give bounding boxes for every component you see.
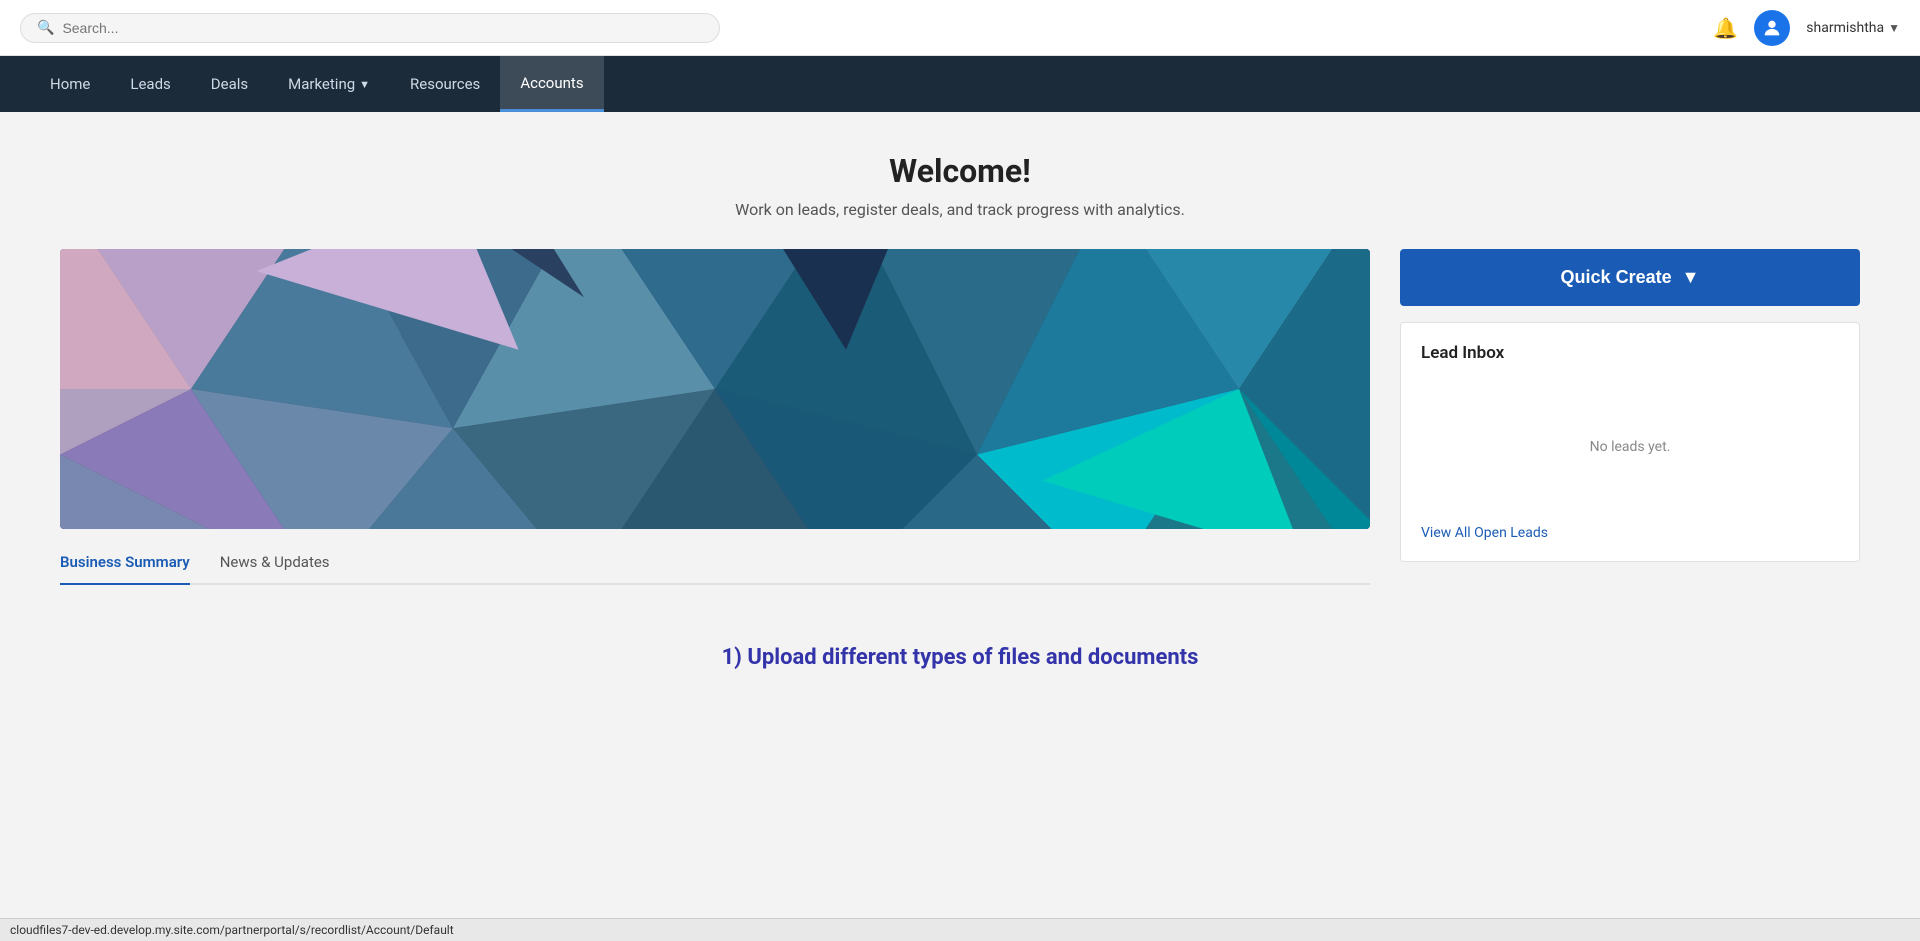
quick-create-label: Quick Create [1561, 267, 1672, 288]
nav-marketing[interactable]: Marketing ▼ [268, 56, 390, 112]
bottom-section: 1) Upload different types of files and d… [60, 645, 1860, 670]
nav-home[interactable]: Home [30, 56, 110, 112]
right-column: Quick Create ▼ Lead Inbox No leads yet. … [1400, 249, 1860, 562]
tab-business-summary[interactable]: Business Summary [60, 553, 190, 585]
nav-deals-label: Deals [211, 75, 248, 93]
no-leads-message: No leads yet. [1421, 379, 1839, 515]
welcome-subtitle: Work on leads, register deals, and track… [60, 200, 1860, 219]
nav-marketing-label: Marketing [288, 75, 355, 93]
nav-accounts[interactable]: Accounts [500, 56, 603, 112]
welcome-section: Welcome! Work on leads, register deals, … [60, 152, 1860, 219]
search-icon: 🔍 [37, 20, 54, 36]
nav-deals[interactable]: Deals [191, 56, 268, 112]
user-dropdown-arrow: ▼ [1888, 21, 1900, 35]
nav-accounts-label: Accounts [520, 74, 583, 92]
upload-title: 1) Upload different types of files and d… [60, 645, 1860, 670]
quick-create-button[interactable]: Quick Create ▼ [1400, 249, 1860, 306]
avatar [1754, 10, 1790, 46]
top-bar: 🔍 🔔 sharmishtha ▼ [0, 0, 1920, 56]
welcome-title: Welcome! [60, 152, 1860, 190]
user-name-text: sharmishtha [1806, 20, 1884, 36]
view-all-open-leads-link[interactable]: View All Open Leads [1421, 525, 1839, 541]
status-bar-url: cloudfiles7-dev-ed.develop.my.site.com/p… [10, 923, 454, 937]
tabs: Business Summary News & Updates [60, 553, 1370, 585]
top-right: 🔔 sharmishtha ▼ [1713, 10, 1900, 46]
left-column: Business Summary News & Updates [60, 249, 1370, 585]
lead-inbox-card: Lead Inbox No leads yet. View All Open L… [1400, 322, 1860, 562]
nav-resources[interactable]: Resources [390, 56, 500, 112]
nav-home-label: Home [50, 75, 90, 93]
user-name-display[interactable]: sharmishtha ▼ [1806, 20, 1900, 36]
tab-news-updates[interactable]: News & Updates [220, 553, 330, 585]
nav-resources-label: Resources [410, 75, 480, 93]
content-layout: Business Summary News & Updates Quick Cr… [60, 249, 1860, 585]
marketing-chevron-icon: ▼ [359, 78, 370, 91]
main-content: Welcome! Work on leads, register deals, … [0, 112, 1920, 710]
nav-leads-label: Leads [130, 75, 170, 93]
search-input[interactable] [62, 20, 703, 36]
bell-icon[interactable]: 🔔 [1713, 16, 1738, 40]
navbar: Home Leads Deals Marketing ▼ Resources A… [0, 56, 1920, 112]
quick-create-arrow-icon: ▼ [1682, 267, 1700, 288]
nav-leads[interactable]: Leads [110, 56, 190, 112]
search-container[interactable]: 🔍 [20, 13, 720, 43]
lead-inbox-title: Lead Inbox [1421, 343, 1839, 363]
status-bar: cloudfiles7-dev-ed.develop.my.site.com/p… [0, 918, 1920, 941]
hero-image [60, 249, 1370, 529]
